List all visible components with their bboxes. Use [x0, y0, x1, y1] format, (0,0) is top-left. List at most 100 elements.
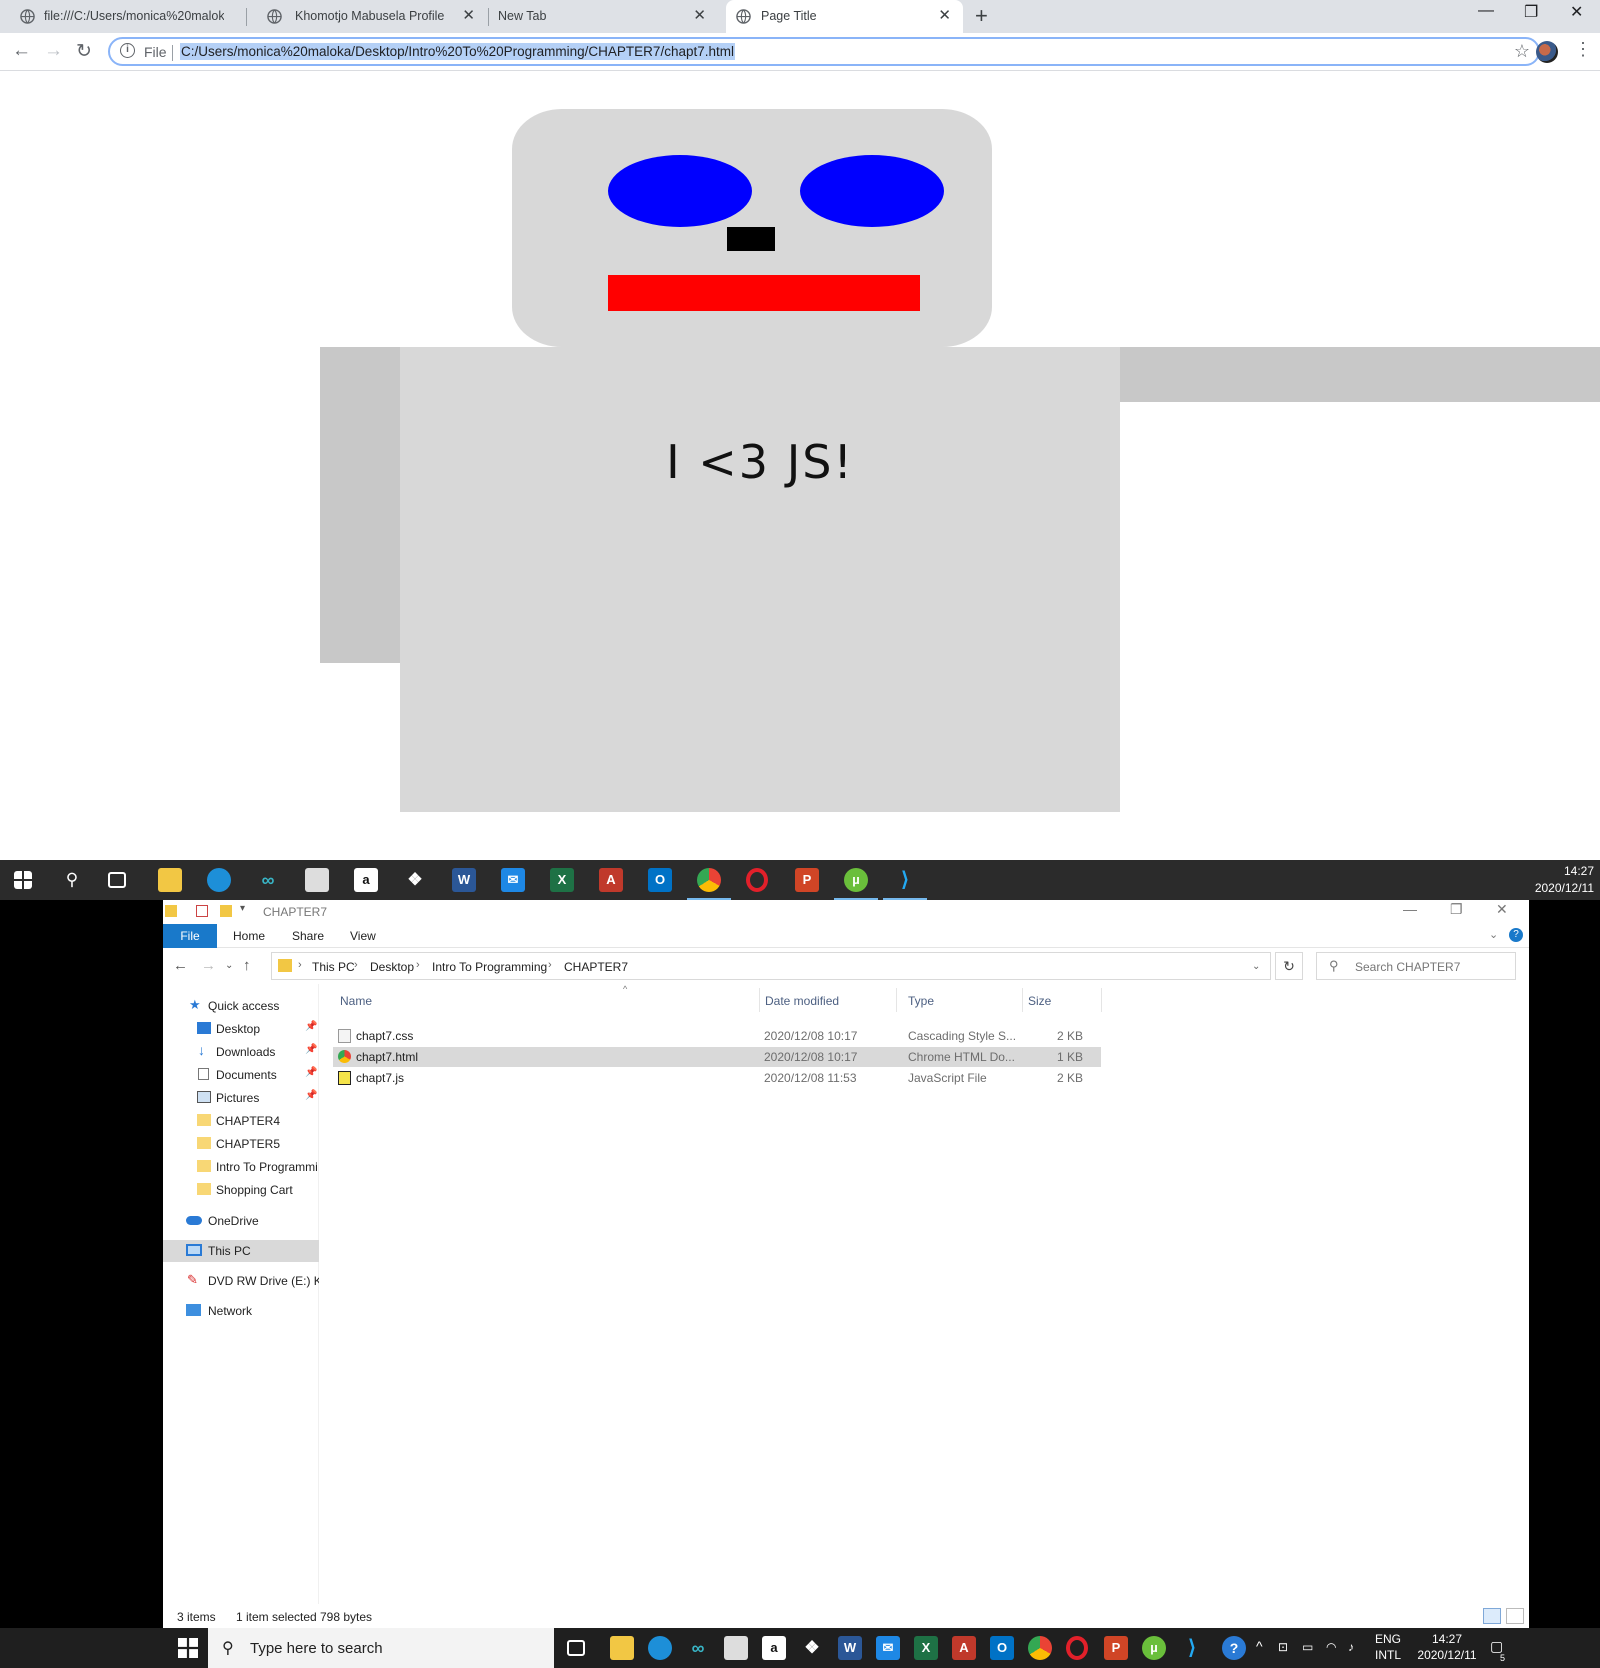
large-icons-view-icon[interactable]: [1506, 1608, 1524, 1624]
store-icon[interactable]: [724, 1636, 748, 1660]
forward-arrow-icon[interactable]: →: [201, 957, 216, 974]
pin-icon[interactable]: 📌: [305, 1021, 317, 1032]
nav-pictures[interactable]: Pictures 📌: [163, 1087, 319, 1109]
device-icon[interactable]: ⊡: [1278, 1639, 1288, 1655]
info-icon[interactable]: i: [120, 43, 135, 58]
pin-icon[interactable]: 📌: [305, 1090, 317, 1101]
utorrent-icon[interactable]: µ: [844, 868, 868, 892]
column-divider[interactable]: [896, 988, 897, 1012]
store-icon[interactable]: [305, 868, 329, 892]
ribbon-tab-file[interactable]: File: [163, 924, 217, 948]
column-header-type[interactable]: Type: [908, 994, 934, 1008]
tab-new[interactable]: New Tab ✕: [478, 0, 718, 33]
file-row[interactable]: chapt7.html 2020/12/08 10:17 Chrome HTML…: [333, 1047, 1101, 1067]
nav-shopping-cart[interactable]: Shopping Cart: [163, 1179, 319, 1201]
wifi-icon[interactable]: ◠: [1326, 1639, 1336, 1655]
breadcrumb-desktop[interactable]: Desktop: [370, 960, 414, 974]
chrome-icon[interactable]: [1028, 1636, 1052, 1660]
chrome-menu-icon[interactable]: ⋮: [1574, 39, 1592, 60]
explorer-address-bar[interactable]: › This PC › Desktop › Intro To Programmi…: [271, 952, 1271, 980]
nav-this-pc[interactable]: This PC: [163, 1240, 319, 1262]
nav-downloads[interactable]: ↓ Downloads 📌: [163, 1041, 319, 1063]
help-icon[interactable]: ?: [1222, 1636, 1246, 1660]
file-explorer-icon[interactable]: [158, 868, 182, 892]
chrome-icon[interactable]: [697, 868, 721, 892]
taskbar-search-box[interactable]: ⚲ Type here to search: [208, 1628, 554, 1668]
address-url[interactable]: C:/Users/monica%20maloka/Desktop/Intro%2…: [180, 43, 735, 60]
recent-locations-icon[interactable]: ⌄: [225, 960, 233, 971]
taskbar-clock[interactable]: 14:27 2020/12/11: [1535, 863, 1594, 897]
nav-network[interactable]: Network: [163, 1300, 319, 1322]
minimize-icon[interactable]: —: [1403, 901, 1417, 917]
battery-icon[interactable]: ▭: [1302, 1639, 1313, 1655]
task-view-icon[interactable]: [567, 1640, 585, 1656]
outlook-icon[interactable]: O: [990, 1636, 1014, 1660]
vscode-icon[interactable]: ⟩: [893, 868, 917, 892]
task-view-icon[interactable]: [108, 872, 126, 888]
nav-onedrive[interactable]: OneDrive: [163, 1210, 319, 1232]
close-window-icon[interactable]: ✕: [1570, 2, 1583, 22]
column-divider[interactable]: [1101, 988, 1102, 1012]
tab-file[interactable]: file:///C:/Users/monica%20maloka: [0, 0, 245, 33]
customize-toolbar-icon[interactable]: ▾: [240, 903, 245, 915]
new-tab-button[interactable]: +: [975, 3, 988, 29]
column-header-name[interactable]: Name: [340, 994, 372, 1008]
column-divider[interactable]: [759, 988, 760, 1012]
close-window-icon[interactable]: ✕: [1496, 901, 1508, 918]
close-tab-icon[interactable]: ✕: [693, 6, 706, 24]
word-icon[interactable]: W: [452, 868, 476, 892]
mail-icon[interactable]: ✉: [876, 1636, 900, 1660]
forward-arrow-icon[interactable]: →: [44, 40, 63, 62]
restore-icon[interactable]: ❐: [1450, 901, 1463, 918]
chevron-up-icon[interactable]: ^: [1256, 1638, 1263, 1654]
amazon-icon[interactable]: a: [354, 868, 378, 892]
close-tab-icon[interactable]: ✕: [462, 6, 475, 24]
back-arrow-icon[interactable]: ←: [12, 40, 31, 62]
tab-profile[interactable]: Khomotjo Mabusela Profile ✕: [247, 0, 487, 33]
column-header-size[interactable]: Size: [1028, 994, 1051, 1008]
edge-icon[interactable]: [648, 1636, 672, 1660]
opera-icon[interactable]: [746, 868, 768, 892]
new-folder-icon[interactable]: [220, 905, 232, 917]
powerpoint-icon[interactable]: P: [795, 868, 819, 892]
column-divider[interactable]: [1022, 988, 1023, 1012]
nav-chapter4[interactable]: CHAPTER4: [163, 1110, 319, 1132]
chevron-down-icon[interactable]: ⌄: [1252, 961, 1260, 972]
reload-icon[interactable]: ↻: [76, 40, 92, 63]
arduino-icon[interactable]: ∞: [686, 1636, 710, 1660]
help-icon[interactable]: ?: [1509, 928, 1523, 942]
access-icon[interactable]: A: [952, 1636, 976, 1660]
file-row[interactable]: chapt7.css 2020/12/08 10:17 Cascading St…: [333, 1026, 1101, 1046]
word-icon[interactable]: W: [838, 1636, 862, 1660]
mail-icon[interactable]: ✉: [501, 868, 525, 892]
access-icon[interactable]: A: [599, 868, 623, 892]
volume-icon[interactable]: ♪: [1348, 1639, 1354, 1655]
profile-avatar[interactable]: [1536, 41, 1558, 63]
expand-ribbon-icon[interactable]: ⌄: [1489, 928, 1498, 941]
details-view-icon[interactable]: [1483, 1608, 1501, 1624]
vscode-icon[interactable]: ⟩: [1180, 1636, 1204, 1660]
properties-icon[interactable]: [196, 905, 208, 917]
minimize-icon[interactable]: —: [1478, 2, 1494, 20]
close-tab-icon[interactable]: ✕: [938, 6, 951, 24]
pin-icon[interactable]: 📌: [305, 1067, 317, 1078]
address-bar[interactable]: i File C:/Users/monica%20maloka/Desktop/…: [108, 37, 1540, 66]
windows-start-icon[interactable]: [178, 1638, 198, 1658]
column-header-date[interactable]: Date modified: [765, 994, 839, 1008]
ribbon-tab-view[interactable]: View: [350, 929, 376, 943]
nav-quick-access[interactable]: ★ Quick access: [163, 995, 319, 1017]
taskbar-clock[interactable]: 14:27 2020/12/11: [1412, 1631, 1482, 1663]
up-arrow-icon[interactable]: ↑: [243, 957, 251, 974]
refresh-icon[interactable]: ↻: [1275, 952, 1303, 980]
nav-dvd-drive[interactable]: ✎ DVD RW Drive (E:) KIS: [163, 1270, 319, 1292]
tab-page-title[interactable]: Page Title ✕: [726, 0, 963, 33]
restore-icon[interactable]: ❐: [1524, 2, 1538, 22]
back-arrow-icon[interactable]: ←: [173, 957, 188, 974]
excel-icon[interactable]: X: [550, 868, 574, 892]
ribbon-tab-share[interactable]: Share: [292, 929, 324, 943]
utorrent-icon[interactable]: µ: [1142, 1636, 1166, 1660]
explorer-search-input[interactable]: ⚲ Search CHAPTER7: [1316, 952, 1516, 980]
dropbox-icon[interactable]: ❖: [403, 868, 427, 892]
powerpoint-icon[interactable]: P: [1104, 1636, 1128, 1660]
nav-intro-to-programming[interactable]: Intro To Programmi: [163, 1156, 319, 1178]
